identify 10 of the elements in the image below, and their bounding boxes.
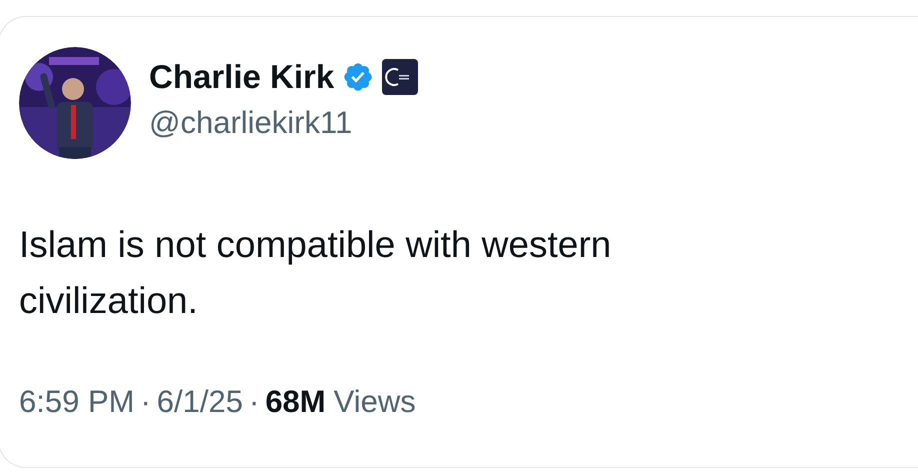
views-label: Views (334, 383, 416, 421)
separator-dot: · (140, 383, 151, 421)
post-text: Islam is not compatible with western civilization. (19, 223, 612, 323)
view-count: 68M (265, 383, 326, 421)
post-date[interactable]: 6/1/25 (156, 379, 243, 426)
post-time[interactable]: 6:59 PM (19, 379, 134, 426)
separator-dot: · (248, 383, 260, 421)
display-name: Charlie Kirk (149, 57, 334, 97)
user-handle[interactable]: @charliekirk11 (149, 103, 418, 143)
affiliate-badge-icon (382, 59, 418, 95)
